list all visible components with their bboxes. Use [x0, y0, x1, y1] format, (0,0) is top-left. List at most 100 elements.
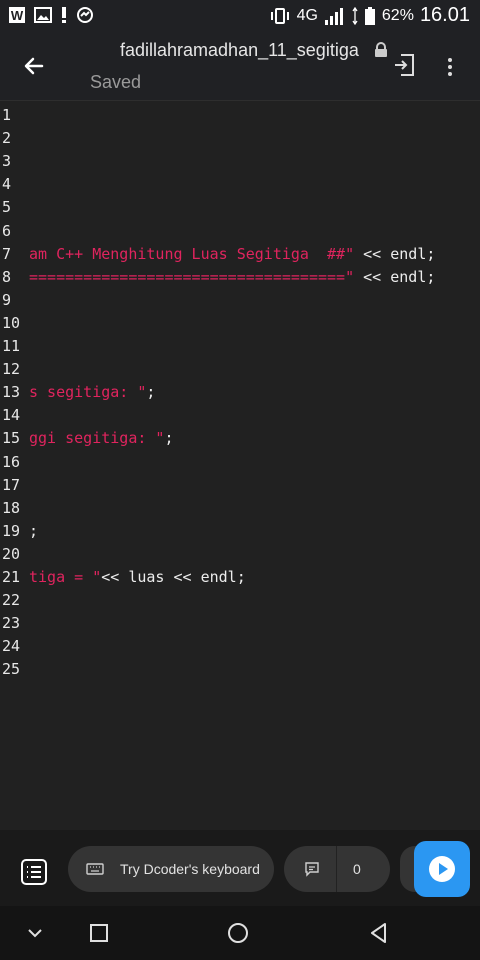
line-number: 12	[2, 360, 21, 379]
line-number: 6	[2, 221, 12, 240]
code-line[interactable]: 25	[0, 658, 480, 681]
nav-back-icon[interactable]	[366, 920, 392, 946]
code-line[interactable]: 4	[0, 173, 480, 196]
code-text: tiga = "<< luas << endl;	[29, 566, 246, 589]
code-rest: << endl;	[354, 267, 436, 286]
bottom-toolbar: Try Dcoder's keyboard 0	[0, 830, 480, 906]
code-line[interactable]: 6	[0, 220, 480, 243]
back-button[interactable]	[16, 48, 52, 84]
code-editor[interactable]: 1 2 3 4 5 6 7 am C++ Menghitung Luas Segitiga #…	[0, 104, 480, 830]
line-number: 1	[2, 106, 12, 124]
string-literal: s segitiga: "	[29, 383, 147, 402]
code-line[interactable]: 12	[0, 358, 480, 381]
signal-icon	[324, 7, 343, 25]
line-number: 15	[2, 429, 21, 448]
run-button[interactable]	[414, 841, 470, 897]
code-line[interactable]: 11	[0, 335, 480, 358]
code-rest: << endl;	[354, 244, 436, 263]
line-number: 2	[2, 129, 12, 148]
code-line[interactable]: 2	[0, 127, 480, 150]
code-line[interactable]: 22	[0, 589, 480, 612]
save-status: Saved	[90, 72, 142, 92]
code-line[interactable]: 16	[0, 451, 480, 474]
export-icon[interactable]	[392, 52, 418, 78]
code-line[interactable]: 9	[0, 289, 480, 312]
alert-icon	[62, 7, 66, 23]
line-number: 7	[2, 244, 12, 263]
file-title[interactable]: fadillahramadhan_11_segitiga	[120, 40, 382, 61]
code-line[interactable]: 19;	[0, 520, 480, 543]
comment-count: 0	[353, 861, 361, 877]
code-line[interactable]: 15 ggi segitiga: ";	[0, 427, 480, 450]
status-bar: W 4G 62% 16.01	[0, 0, 480, 32]
code-line[interactable]: 8 ===================================" <<…	[0, 266, 480, 289]
line-number: 20	[2, 544, 21, 563]
pill-divider	[336, 846, 337, 892]
line-number: 17	[2, 475, 21, 494]
line-number: 21	[2, 568, 21, 586]
code-rest: ;	[29, 521, 39, 540]
code-line[interactable]: 23	[0, 612, 480, 635]
keyboard-prompt-button[interactable]: Try Dcoder's keyboard	[68, 846, 274, 892]
code-rest: ;	[164, 429, 174, 448]
data-arrows-icon	[352, 6, 358, 25]
code-line[interactable]: 17	[0, 474, 480, 497]
line-number: 9	[2, 290, 12, 309]
line-number: 19	[2, 521, 21, 540]
code-line[interactable]: 13 s segitiga: ";	[0, 381, 480, 404]
code-line[interactable]: 21 tiga = "<< luas << endl;	[0, 566, 480, 589]
messenger-icon	[77, 7, 93, 23]
line-number: 4	[2, 175, 12, 194]
line-number: 24	[2, 637, 21, 656]
nav-down-icon[interactable]	[22, 920, 48, 946]
line-number: 22	[2, 591, 21, 610]
line-number: 18	[2, 498, 21, 517]
battery-percent: 62%	[381, 6, 414, 24]
string-literal: am C++ Menghitung Luas Segitiga ##"	[29, 244, 355, 263]
battery-icon	[364, 6, 375, 25]
nav-home-icon[interactable]	[225, 920, 251, 946]
string-literal: ggi segitiga: "	[29, 429, 165, 448]
svg-text:W: W	[11, 8, 24, 23]
play-icon	[429, 856, 455, 882]
app-bar: fadillahramadhan_11_segitiga Saved	[0, 32, 480, 101]
keyboard-prompt-label: Try Dcoder's keyboard	[120, 861, 260, 877]
code-text: am C++ Menghitung Luas Segitiga ##" << e…	[29, 243, 435, 266]
line-number: 16	[2, 452, 21, 471]
nav-recents-icon[interactable]	[86, 920, 112, 946]
line-number: 23	[2, 614, 21, 633]
code-line[interactable]: 24	[0, 635, 480, 658]
code-line[interactable]: 1	[0, 104, 480, 127]
code-line[interactable]: 20	[0, 543, 480, 566]
string-literal: ==================================="	[29, 267, 355, 286]
line-number: 14	[2, 406, 21, 425]
back-arrow-icon	[24, 57, 44, 75]
code-line[interactable]: 18	[0, 497, 480, 520]
code-text: ;	[29, 520, 38, 543]
code-text: s segitiga: ";	[29, 381, 155, 404]
code-line[interactable]: 5	[0, 196, 480, 219]
vibrate-icon	[270, 7, 289, 24]
code-line[interactable]: 14	[0, 404, 480, 427]
code-line[interactable]: 3	[0, 150, 480, 173]
line-number: 3	[2, 152, 12, 171]
comments-button[interactable]: 0	[284, 846, 390, 892]
line-number: 11	[2, 337, 21, 355]
app-w-icon: W	[9, 7, 25, 23]
line-number: 13	[2, 383, 21, 402]
network-type: 4G	[296, 6, 318, 24]
clock: 16.01	[419, 4, 470, 26]
more-vert-icon[interactable]	[440, 54, 460, 80]
code-text: ggi segitiga: ";	[29, 427, 174, 450]
code-text: ===================================" << …	[29, 266, 435, 289]
string-literal: tiga = "	[29, 568, 102, 586]
code-rest: ;	[146, 383, 156, 402]
keyboard-icon	[86, 863, 104, 875]
code-line[interactable]: 7 am C++ Menghitung Luas Segitiga ##" << …	[0, 243, 480, 266]
list-menu-icon[interactable]	[18, 856, 50, 888]
line-number: 25	[2, 660, 21, 679]
code-line[interactable]: 10	[0, 312, 480, 335]
gallery-icon	[34, 7, 52, 23]
line-number: 5	[2, 198, 12, 217]
lock-icon	[375, 42, 387, 57]
